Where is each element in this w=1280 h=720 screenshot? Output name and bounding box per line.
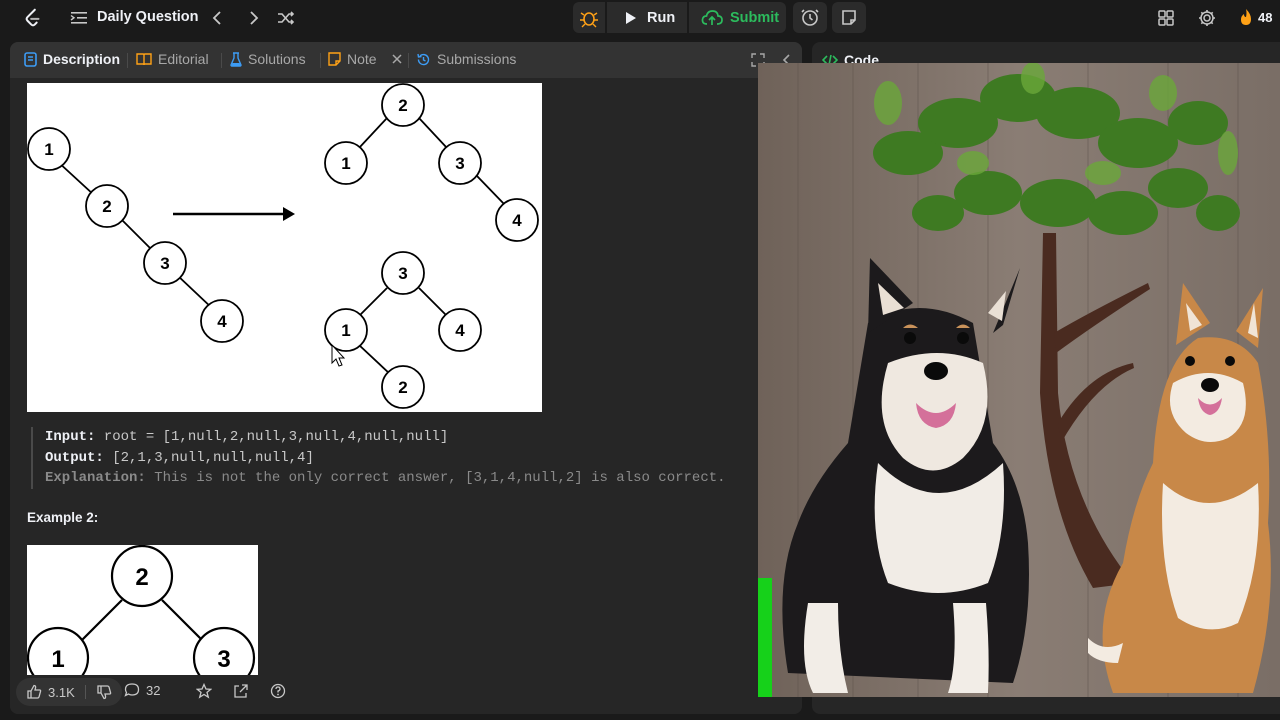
timer-button[interactable] xyxy=(793,2,827,33)
chevron-left-icon xyxy=(212,11,221,25)
tab-submissions[interactable]: Submissions xyxy=(416,51,516,67)
node-label: 1 xyxy=(44,140,53,159)
submit-label: Submit xyxy=(730,9,780,26)
thumbs-down-icon[interactable] xyxy=(96,684,112,700)
overlay-photo xyxy=(758,63,1280,697)
description-panel: Description Editorial Solutions Note Sub… xyxy=(10,42,802,714)
node-label: 1 xyxy=(341,154,350,173)
like-dislike-group: 3.1K xyxy=(16,678,122,706)
star-icon[interactable] xyxy=(196,683,212,699)
tab-note-label: Note xyxy=(347,51,377,67)
input-key: Input: xyxy=(45,429,96,445)
tab-divider xyxy=(320,53,321,68)
comment-icon xyxy=(124,683,140,697)
output-key: Output: xyxy=(45,449,104,466)
node-label: 3 xyxy=(455,154,464,173)
chevron-right-icon xyxy=(250,11,259,25)
previous-question-button[interactable] xyxy=(208,8,228,28)
tab-description[interactable]: Description xyxy=(24,51,120,67)
note-icon xyxy=(842,10,856,25)
tab-editorial-label: Editorial xyxy=(158,51,209,67)
like-count: 3.1K xyxy=(48,684,75,700)
alarm-clock-icon xyxy=(801,9,819,26)
tab-editorial[interactable]: Editorial xyxy=(136,51,209,67)
tab-submissions-label: Submissions xyxy=(437,51,517,67)
node-label: 2 xyxy=(102,197,111,216)
bug-icon xyxy=(580,12,598,28)
problem-list-icon[interactable] xyxy=(70,10,88,26)
document-icon xyxy=(24,51,37,67)
flask-icon xyxy=(230,51,242,67)
tab-solutions-label: Solutions xyxy=(248,51,306,67)
example-2-diagram: 2 1 3 xyxy=(27,545,258,675)
node-label: 1 xyxy=(341,321,350,340)
submit-button[interactable]: Submit xyxy=(689,2,786,33)
node-label: 2 xyxy=(398,378,407,397)
fire-icon xyxy=(1241,9,1251,25)
layout-grid-icon[interactable] xyxy=(1156,8,1176,28)
share-icon[interactable] xyxy=(233,683,249,699)
tab-note[interactable]: Note xyxy=(328,51,403,67)
example-2-title: Example 2: xyxy=(27,510,99,525)
tab-divider xyxy=(127,53,128,68)
debug-button[interactable] xyxy=(573,2,605,33)
node-label: 3 xyxy=(160,254,169,273)
node-label: 2 xyxy=(135,564,148,591)
streak-count: 48 xyxy=(1258,9,1273,25)
thumbs-up-icon[interactable] xyxy=(26,684,42,700)
note-icon xyxy=(328,52,341,66)
notes-button[interactable] xyxy=(832,2,866,33)
daily-question-title[interactable]: Daily Question xyxy=(97,9,199,25)
node-label: 3 xyxy=(398,264,407,283)
close-icon[interactable] xyxy=(391,53,403,65)
tab-description-label: Description xyxy=(43,51,121,67)
next-question-button[interactable] xyxy=(243,8,263,28)
comments-button[interactable]: 32 xyxy=(124,682,160,698)
node-label: 2 xyxy=(398,96,407,115)
comment-count: 32 xyxy=(146,682,161,698)
tab-solutions[interactable]: Solutions xyxy=(230,51,306,67)
top-bar: Daily Question Run Submit 48 xyxy=(0,0,1280,36)
run-label: Run xyxy=(647,9,676,26)
book-icon xyxy=(136,53,152,66)
tab-divider xyxy=(221,53,222,68)
explanation-value: This is not the only correct answer, [3,… xyxy=(145,470,726,486)
node-label: 4 xyxy=(512,211,522,230)
tab-divider xyxy=(408,53,409,68)
help-icon[interactable] xyxy=(270,683,286,699)
input-value: root = [1,null,2,null,3,null,4,null,null… xyxy=(95,429,449,445)
shuffle-icon xyxy=(278,11,295,25)
random-question-button[interactable] xyxy=(276,8,296,28)
panel-tabs: Description Editorial Solutions Note Sub… xyxy=(10,42,802,78)
leetcode-logo-icon[interactable] xyxy=(22,7,44,29)
output-value: [2,1,3,null,null,null,4] xyxy=(103,449,314,466)
explanation-key: Explanation: xyxy=(45,470,146,486)
node-label: 4 xyxy=(455,321,465,340)
divider xyxy=(84,685,86,699)
description-footer: 3.1K 32 xyxy=(10,678,802,714)
cloud-upload-icon xyxy=(701,9,723,25)
description-content: 1 2 3 4 2 1 3 4 3 1 4 2 Input: root = [1… xyxy=(10,78,802,678)
node-label: 3 xyxy=(217,646,230,673)
run-button[interactable]: Run xyxy=(607,2,687,33)
example-1-diagram: 1 2 3 4 2 1 3 4 3 1 4 2 xyxy=(27,83,542,412)
gear-icon[interactable] xyxy=(1197,8,1217,28)
example-1-io: Input: root = [1,null,2,null,3,null,4,nu… xyxy=(31,427,791,489)
play-icon xyxy=(626,11,636,24)
history-icon xyxy=(417,53,430,65)
node-label: 4 xyxy=(217,312,227,331)
node-label: 1 xyxy=(51,646,64,673)
streak-counter[interactable]: 48 xyxy=(1238,8,1272,26)
